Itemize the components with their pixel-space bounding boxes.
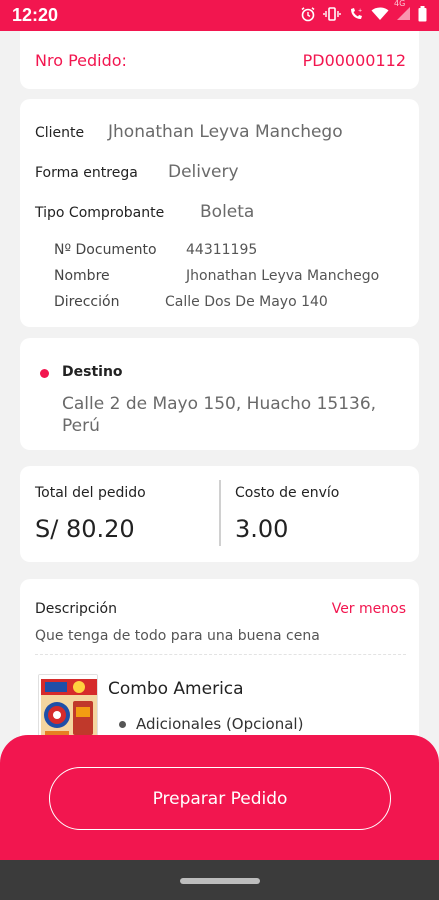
home-gesture-pill[interactable] — [180, 878, 260, 884]
receipt-type-value: Boleta — [200, 202, 255, 222]
order-total-value: S/ 80.20 — [35, 515, 135, 543]
document-number-label: Nº Documento — [54, 242, 157, 258]
svg-text:+: + — [358, 8, 362, 14]
vibrate-icon — [323, 6, 341, 26]
status-bar: 12:20 + 4G — [0, 0, 439, 31]
network-type-label: 4G — [394, 0, 406, 8]
status-icons: + 4G — [300, 0, 427, 26]
client-info-card: Cliente Jhonathan Leyva Manchego Forma e… — [20, 99, 419, 327]
system-nav-bar — [0, 860, 439, 900]
volte-icon: + — [348, 6, 364, 26]
destination-address: Calle 2 de Mayo 150, Huacho 15136, Perú — [62, 394, 377, 436]
order-number-card: Nro Pedido: PD00000112 — [20, 31, 419, 89]
delivery-method-value: Delivery — [168, 162, 239, 182]
battery-icon — [418, 5, 427, 26]
billing-address-label: Dirección — [54, 294, 120, 310]
billing-name-value: Jhonathan Leyva Manchego — [186, 268, 380, 284]
description-text: Que tenga de todo para una buena cena — [35, 628, 320, 644]
shipping-cost-label: Costo de envío — [235, 485, 340, 501]
status-time: 12:20 — [12, 5, 59, 25]
prepare-order-button[interactable]: Preparar Pedido — [49, 767, 391, 830]
extras-label: Adicionales (Opcional) — [136, 715, 304, 733]
shipping-cost-value: 3.00 — [235, 515, 289, 543]
description-title: Descripción — [35, 601, 117, 617]
totals-card: Total del pedido S/ 80.20 Costo de envío… — [20, 466, 419, 562]
billing-address-value: Calle Dos De Mayo 140 — [165, 294, 328, 310]
signal-icon: 4G — [394, 0, 411, 25]
see-less-link[interactable]: Ver menos — [332, 601, 406, 617]
order-number-value: PD00000112 — [302, 50, 406, 70]
document-number-value: 44311195 — [186, 242, 258, 258]
order-total-label: Total del pedido — [35, 485, 146, 501]
product-image — [38, 674, 98, 744]
client-label: Cliente — [35, 125, 85, 141]
wifi-icon — [371, 6, 389, 25]
product-name: Combo America — [108, 679, 244, 699]
totals-divider — [219, 480, 221, 546]
destination-dot-icon — [40, 369, 49, 378]
order-number-label: Nro Pedido: — [35, 50, 127, 70]
alarm-icon — [300, 6, 316, 26]
bottom-action-sheet: Preparar Pedido — [0, 735, 439, 860]
destination-card: Destino Calle 2 de Mayo 150, Huacho 1513… — [20, 338, 419, 450]
destination-label: Destino — [62, 364, 123, 380]
description-divider — [35, 654, 406, 655]
extras-bullet-icon — [119, 721, 126, 728]
billing-name-label: Nombre — [54, 268, 110, 284]
receipt-type-label: Tipo Comprobante — [35, 205, 165, 221]
client-name: Jhonathan Leyva Manchego — [108, 122, 343, 142]
delivery-method-label: Forma entrega — [35, 165, 138, 181]
